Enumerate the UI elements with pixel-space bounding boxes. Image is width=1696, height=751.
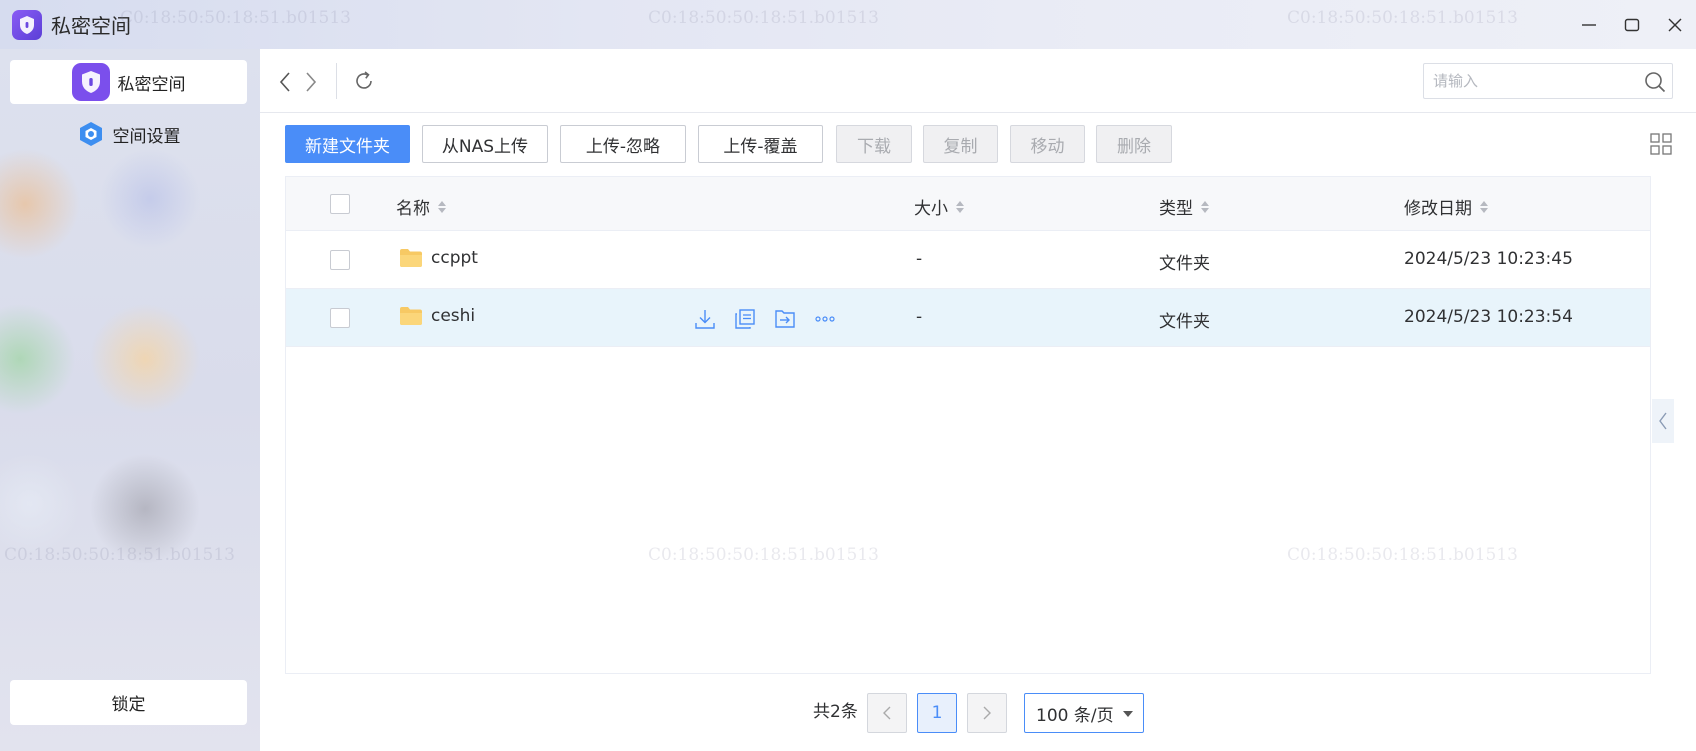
sort-icon[interactable] <box>956 200 964 213</box>
search-box <box>1423 63 1673 99</box>
download-button[interactable]: 下载 <box>836 125 912 163</box>
file-name[interactable]: ccppt <box>399 248 478 268</box>
file-size: - <box>916 307 923 327</box>
column-header-type[interactable]: 类型 <box>1159 194 1209 219</box>
hexagon-settings-icon <box>77 120 105 148</box>
new-folder-button[interactable]: 新建文件夹 <box>285 125 410 163</box>
table-header: 名称 大小 类型 修改日期 <box>286 177 1650 231</box>
main-panel: C0:18:50:50:18:51.b01513 C0:18:50:50:18:… <box>260 49 1696 751</box>
nav-divider <box>336 63 337 99</box>
row-checkbox[interactable] <box>330 308 350 328</box>
move-icon[interactable] <box>765 308 805 330</box>
search-input[interactable] <box>1433 66 1643 96</box>
app-shield-icon <box>12 9 42 40</box>
forward-icon[interactable] <box>304 71 318 93</box>
sort-icon[interactable] <box>1480 200 1488 213</box>
window-title: 私密空间 <box>51 14 131 38</box>
chevron-right-icon <box>983 706 991 720</box>
minimize-button[interactable] <box>1567 0 1610 49</box>
sort-icon[interactable] <box>1201 200 1209 213</box>
copy-icon[interactable] <box>725 308 765 330</box>
more-icon[interactable] <box>805 308 845 330</box>
next-page-button[interactable] <box>967 693 1007 733</box>
page-number-button[interactable]: 1 <box>917 693 957 733</box>
page-size-select[interactable]: 100 条/页 <box>1024 693 1144 733</box>
shield-icon <box>71 63 110 101</box>
file-size: - <box>916 249 923 269</box>
copy-button[interactable]: 复制 <box>923 125 998 163</box>
sidebar-item-label: 空间设置 <box>112 126 181 147</box>
details-panel-toggle[interactable] <box>1652 399 1674 443</box>
upload-from-nas-button[interactable]: 从NAS上传 <box>422 125 548 163</box>
watermark-text: C0:18:50:50:18:51.b01513 <box>1287 8 1518 28</box>
file-modified: 2024/5/23 10:23:45 <box>1404 249 1573 269</box>
watermark-text: C0:18:50:50:18:51.b01513 <box>4 545 235 565</box>
download-icon[interactable] <box>685 308 725 330</box>
chevron-left-icon <box>1659 412 1667 430</box>
title-bar: 私密空间 C0:18:50:50:18:51.b01513 C0:18:50:5… <box>0 0 1696 49</box>
prev-page-button[interactable] <box>867 693 907 733</box>
nav-bar <box>260 49 1696 113</box>
back-icon[interactable] <box>278 71 292 93</box>
file-type: 文件夹 <box>1159 312 1210 332</box>
close-icon <box>1668 18 1681 31</box>
upload-skip-button[interactable]: 上传-忽略 <box>560 125 686 163</box>
file-name[interactable]: ceshi <box>399 306 475 326</box>
sidebar-item-space-settings[interactable]: 空间设置 <box>10 112 247 156</box>
row-actions <box>685 308 845 330</box>
watermark-text: C0:18:50:50:18:51.b01513 <box>120 8 351 28</box>
sidebar-item-label: 私密空间 <box>117 74 186 95</box>
caret-down-icon <box>1123 711 1133 717</box>
upload-overwrite-button[interactable]: 上传-覆盖 <box>698 125 823 163</box>
refresh-icon[interactable] <box>352 70 376 92</box>
search-icon[interactable] <box>1644 71 1666 98</box>
delete-button[interactable]: 删除 <box>1096 125 1172 163</box>
column-header-modified[interactable]: 修改日期 <box>1404 194 1488 219</box>
file-modified: 2024/5/23 10:23:54 <box>1404 307 1573 327</box>
column-header-size[interactable]: 大小 <box>914 194 964 219</box>
chevron-left-icon <box>883 706 891 720</box>
move-button[interactable]: 移动 <box>1010 125 1085 163</box>
maximize-icon <box>1624 18 1639 31</box>
folder-icon <box>399 306 423 326</box>
maximize-button[interactable] <box>1610 0 1653 49</box>
row-checkbox[interactable] <box>330 250 350 270</box>
grid-view-icon[interactable] <box>1650 133 1672 160</box>
pagination-total: 共2条 <box>813 702 858 722</box>
table-row[interactable]: ceshi - 文件夹 2024/5/23 10:23:54 <box>286 289 1650 347</box>
column-header-name[interactable]: 名称 <box>396 194 446 219</box>
sidebar: C0:18:50:50:18:51.b01513 私密空间 空间设置 锁定 <box>0 49 260 751</box>
sidebar-item-private-space[interactable]: 私密空间 <box>10 60 247 104</box>
file-table: 名称 大小 类型 修改日期 ccppt - 文件夹 2024/5/23 10:2… <box>285 176 1651 674</box>
lock-button[interactable]: 锁定 <box>10 680 247 725</box>
file-type: 文件夹 <box>1159 254 1210 274</box>
table-row[interactable]: ccppt - 文件夹 2024/5/23 10:23:45 <box>286 231 1650 289</box>
minimize-icon <box>1581 23 1596 26</box>
sort-icon[interactable] <box>438 200 446 213</box>
watermark-text: C0:18:50:50:18:51.b01513 <box>648 8 879 28</box>
folder-icon <box>399 248 423 268</box>
close-button[interactable] <box>1653 0 1696 49</box>
select-all-checkbox[interactable] <box>330 194 350 214</box>
